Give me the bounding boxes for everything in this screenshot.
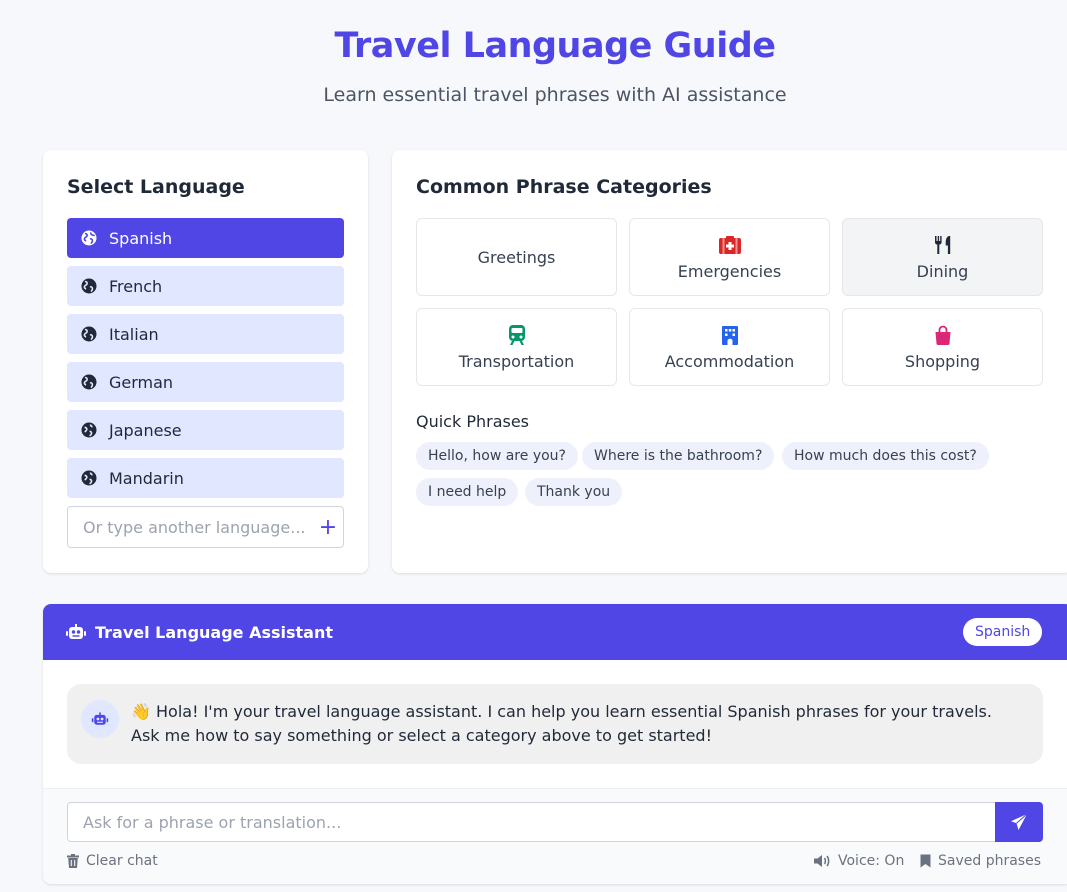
page-subtitle: Learn essential travel phrases with AI a… (323, 84, 787, 106)
language-item-label: Italian (109, 324, 159, 344)
clear-chat-button[interactable]: Clear chat (67, 853, 158, 869)
first-aid-icon (718, 234, 742, 256)
quick-phrase-chip[interactable]: Where is the bathroom? (582, 442, 775, 470)
robot-icon (91, 712, 109, 725)
category-dining[interactable]: Dining (842, 218, 1043, 296)
globe-icon (81, 326, 97, 342)
language-item-spanish[interactable]: Spanish (67, 218, 344, 258)
language-item-label: Spanish (109, 228, 173, 248)
category-label: Emergencies (677, 261, 782, 281)
custom-language-input[interactable] (68, 507, 313, 547)
hotel-icon (721, 324, 739, 346)
page-title: Travel Language Guide (334, 26, 776, 66)
globe-icon (81, 422, 97, 438)
globe-icon (81, 374, 97, 390)
quick-phrase-chip[interactable]: Hello, how are you? (416, 442, 578, 470)
language-item-french[interactable]: French (67, 266, 344, 306)
clear-chat-label: Clear chat (86, 853, 158, 869)
send-button[interactable] (995, 802, 1043, 842)
wave-emoji: 👋 (131, 702, 151, 721)
globe-icon (81, 230, 97, 246)
language-item-mandarin[interactable]: Mandarin (67, 458, 344, 498)
category-label: Accommodation (664, 351, 795, 371)
voice-toggle[interactable]: Voice: On (813, 853, 904, 869)
language-item-german[interactable]: German (67, 362, 344, 402)
train-icon (508, 324, 526, 346)
category-label: Shopping (904, 351, 981, 371)
category-shopping[interactable]: Shopping (842, 308, 1043, 386)
chat-input[interactable] (67, 802, 996, 842)
language-panel-title: Select Language (67, 176, 245, 198)
language-item-label: Japanese (109, 420, 182, 440)
voice-label: Voice: On (838, 853, 905, 869)
category-label: Dining (916, 261, 969, 281)
saved-phrases-button[interactable]: Saved phrases (920, 853, 1041, 869)
category-emergencies[interactable]: Emergencies (629, 218, 830, 296)
language-panel: Select Language Spanish French Italian G… (43, 150, 368, 573)
language-item-italian[interactable]: Italian (67, 314, 344, 354)
assistant-message: 👋 Hola! I'm your travel language assista… (67, 684, 1043, 764)
speaker-icon (814, 855, 830, 867)
chat-header: Travel Language Assistant Spanish (43, 604, 1067, 660)
language-item-label: Mandarin (109, 468, 184, 488)
categories-panel: Common Phrase Categories Greetings Emerg… (392, 150, 1067, 573)
message-body: Hola! I'm your travel language assistant… (131, 702, 992, 745)
language-item-label: German (109, 372, 174, 392)
chat-panel: Travel Language Assistant Spanish 👋 Hola… (43, 604, 1067, 884)
category-accommodation[interactable]: Accommodation (629, 308, 830, 386)
chat-title: Travel Language Assistant (95, 622, 333, 642)
language-badge: Spanish (963, 618, 1043, 646)
paper-plane-icon (1011, 813, 1028, 830)
assistant-avatar (81, 700, 119, 738)
shopping-bag-icon (934, 324, 952, 346)
chat-footer: Clear chat Voice: On Saved phrases (43, 789, 1067, 884)
utensils-icon (933, 234, 953, 256)
category-label: Transportation (458, 351, 575, 371)
custom-language-field: + (67, 506, 344, 548)
globe-icon (81, 278, 97, 294)
plus-icon[interactable]: + (313, 515, 343, 540)
language-item-japanese[interactable]: Japanese (67, 410, 344, 450)
category-label: Greetings (477, 247, 556, 267)
robot-icon (65, 624, 87, 640)
language-item-label: French (109, 276, 163, 296)
globe-icon (81, 470, 97, 486)
categories-panel-title: Common Phrase Categories (416, 176, 712, 198)
category-transportation[interactable]: Transportation (416, 308, 617, 386)
saved-phrases-label: Saved phrases (938, 853, 1041, 869)
message-text: 👋 Hola! I'm your travel language assista… (131, 700, 1019, 748)
quick-phrase-chip[interactable]: How much does this cost? (782, 442, 989, 470)
category-greetings[interactable]: Greetings (416, 218, 617, 296)
quick-phrase-chip[interactable]: Thank you (525, 478, 623, 506)
trash-icon (67, 854, 79, 868)
quick-phrase-chip[interactable]: I need help (416, 478, 519, 506)
quick-phrases-title: Quick Phrases (416, 412, 530, 431)
bookmark-icon (920, 854, 931, 868)
